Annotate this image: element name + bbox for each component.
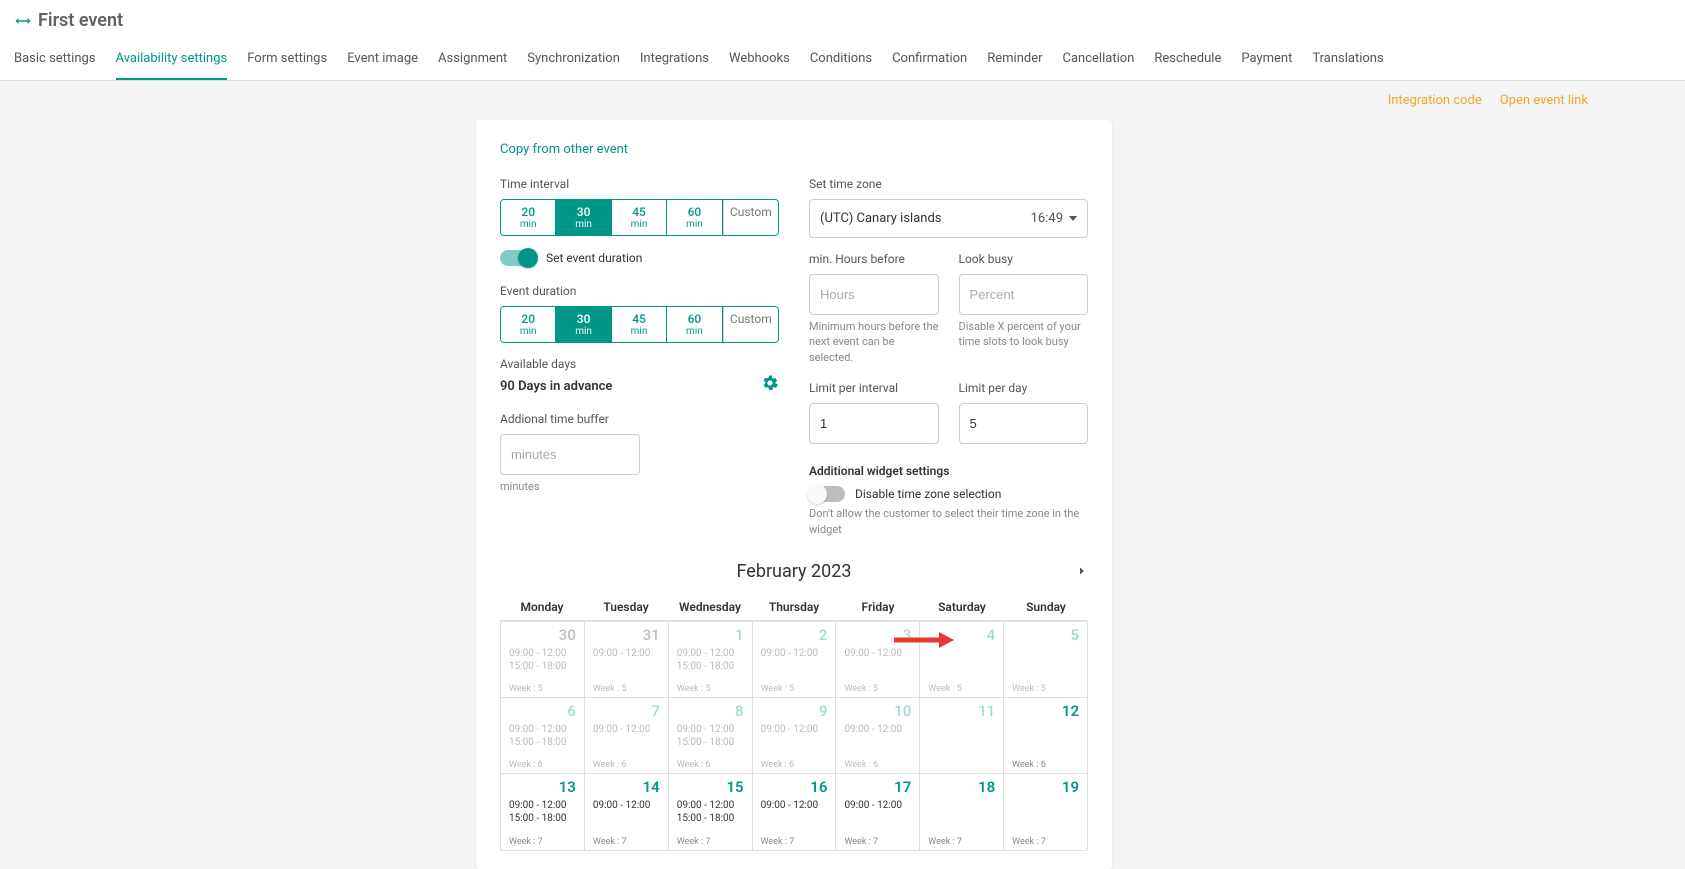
tab-reschedule[interactable]: Reschedule — [1154, 39, 1221, 80]
calendar-dayhead-saturday: Saturday — [920, 594, 1004, 620]
tabs-nav: Basic settings Availability settings Form … — [0, 39, 1685, 80]
min-hours-input[interactable] — [809, 274, 939, 315]
seg-time-interval-60[interactable]: 60min — [667, 200, 722, 235]
seg-time-interval-custom[interactable]: Custom — [723, 200, 778, 235]
tab-cancellation[interactable]: Cancellation — [1063, 39, 1135, 80]
look-busy-input[interactable] — [959, 274, 1089, 315]
copy-from-other-event-link[interactable]: Copy from other event — [500, 142, 628, 157]
integration-code-link[interactable]: Integration code — [1388, 93, 1482, 108]
disable-timezone-helper: Don't allow the customer to select their… — [809, 506, 1088, 537]
tab-synchronization[interactable]: Synchronization — [527, 39, 620, 80]
tab-payment[interactable]: Payment — [1241, 39, 1292, 80]
calendar-cell[interactable]: 109:00 - 12:0015:00 - 18:00Week : 5 — [669, 622, 753, 697]
calendar-next-button[interactable] — [1076, 561, 1088, 582]
tab-event-image[interactable]: Event image — [347, 39, 418, 80]
tab-form-settings[interactable]: Form settings — [247, 39, 327, 80]
tab-integrations[interactable]: Integrations — [640, 39, 709, 80]
look-busy-label: Look busy — [959, 252, 1089, 266]
tab-webhooks[interactable]: Webhooks — [729, 39, 790, 80]
tab-basic-settings[interactable]: Basic settings — [14, 39, 96, 80]
calendar-cell[interactable]: 709:00 - 12:00Week : 6 — [585, 698, 669, 773]
timezone-label: Set time zone — [809, 177, 1088, 191]
additional-buffer-input[interactable] — [500, 434, 640, 475]
seg-time-interval-20[interactable]: 20min — [501, 200, 556, 235]
additional-buffer-label: Addional time buffer — [500, 412, 779, 426]
calendar-cell[interactable]: 11 — [920, 698, 1004, 773]
open-event-link[interactable]: Open event link — [1500, 93, 1588, 108]
calendar-body: 3009:00 - 12:0015:00 - 18:00Week : 53109… — [500, 621, 1088, 851]
gear-icon[interactable] — [761, 374, 779, 396]
min-hours-label: min. Hours before — [809, 252, 939, 266]
calendar-dayhead-wednesday: Wednesday — [668, 594, 752, 620]
tab-availability-settings[interactable]: Availability settings — [116, 39, 228, 80]
calendar-dayhead-friday: Friday — [836, 594, 920, 620]
min-hours-helper: Minimum hours before the next event can … — [809, 319, 939, 365]
seg-event-duration-60[interactable]: 60min — [667, 307, 722, 342]
timezone-select[interactable]: (UTC) Canary islands 16:49 — [809, 199, 1088, 238]
set-event-duration-label: Set event duration — [546, 251, 642, 265]
calendar-cell[interactable]: 1009:00 - 12:00Week : 6 — [836, 698, 920, 773]
calendar-cell[interactable]: 1709:00 - 12:00Week : 7 — [836, 774, 920, 850]
disable-timezone-toggle[interactable] — [809, 486, 845, 502]
tab-confirmation[interactable]: Confirmation — [892, 39, 967, 80]
calendar-cell[interactable]: 5Week : 5 — [1004, 622, 1087, 697]
calendar-cell[interactable]: 1609:00 - 12:00Week : 7 — [753, 774, 837, 850]
disable-timezone-label: Disable time zone selection — [855, 487, 1001, 501]
tab-conditions[interactable]: Conditions — [810, 39, 872, 80]
calendar-cell[interactable]: 19Week : 7 — [1004, 774, 1087, 850]
calendar-dayhead-thursday: Thursday — [752, 594, 836, 620]
calendar-dayhead-tuesday: Tuesday — [584, 594, 668, 620]
calendar-cell[interactable]: 209:00 - 12:00Week : 5 — [753, 622, 837, 697]
tab-assignment[interactable]: Assignment — [438, 39, 507, 80]
look-busy-helper: Disable X percent of your time slots to … — [959, 319, 1089, 350]
calendar-title: February 2023 — [737, 561, 852, 582]
available-days-value: 90 Days in advance — [500, 379, 612, 394]
limit-day-label: Limit per day — [959, 381, 1089, 395]
calendar-cell[interactable]: 3009:00 - 12:0015:00 - 18:00Week : 5 — [501, 622, 585, 697]
swap-icon — [14, 12, 32, 30]
timezone-time: 16:49 — [1031, 211, 1063, 226]
set-event-duration-toggle[interactable] — [500, 250, 536, 266]
limit-interval-input[interactable] — [809, 403, 939, 444]
calendar-cell[interactable]: 909:00 - 12:00Week : 6 — [753, 698, 837, 773]
time-interval-label: Time interval — [500, 177, 779, 191]
tab-reminder[interactable]: Reminder — [987, 39, 1042, 80]
calendar-cell[interactable]: 1409:00 - 12:00Week : 7 — [585, 774, 669, 850]
calendar-cell[interactable]: 4Week : 5 — [920, 622, 1004, 697]
calendar-dayhead-sunday: Sunday — [1004, 594, 1088, 620]
seg-time-interval-45[interactable]: 45min — [612, 200, 667, 235]
calendar-cell[interactable]: 3109:00 - 12:00Week : 5 — [585, 622, 669, 697]
calendar-cell[interactable]: 609:00 - 12:0015:00 - 18:00Week : 6 — [501, 698, 585, 773]
seg-time-interval-30[interactable]: 30min — [556, 200, 611, 235]
timezone-value: (UTC) Canary islands — [820, 211, 942, 226]
tab-translations[interactable]: Translations — [1312, 39, 1383, 80]
seg-event-duration-45[interactable]: 45min — [612, 307, 667, 342]
event-duration-label: Event duration — [500, 284, 779, 298]
calendar-cell[interactable]: 809:00 - 12:0015:00 - 18:00Week : 6 — [669, 698, 753, 773]
seg-event-duration-20[interactable]: 20min — [501, 307, 556, 342]
additional-buffer-helper: minutes — [500, 479, 779, 494]
event-duration-segments: 20min30min45min60minCustom — [500, 306, 779, 343]
time-interval-segments: 20min30min45min60minCustom — [500, 199, 779, 236]
calendar-cell[interactable]: 18Week : 7 — [920, 774, 1004, 850]
calendar-dayhead-monday: Monday — [500, 594, 584, 620]
additional-widget-label: Additional widget settings — [809, 464, 1088, 478]
calendar-cell[interactable]: 1509:00 - 12:0015:00 - 18:00Week : 7 — [669, 774, 753, 850]
page-title: First event — [38, 10, 123, 31]
calendar-cell[interactable]: 12Week : 6 — [1004, 698, 1087, 773]
seg-event-duration-custom[interactable]: Custom — [723, 307, 778, 342]
calendar-cell[interactable]: 1309:00 - 12:0015:00 - 18:00Week : 7 — [501, 774, 585, 850]
seg-event-duration-30[interactable]: 30min — [556, 307, 611, 342]
limit-interval-label: Limit per interval — [809, 381, 939, 395]
limit-day-input[interactable] — [959, 403, 1089, 444]
chevron-down-icon — [1069, 216, 1077, 221]
available-days-label: Available days — [500, 357, 612, 371]
calendar-cell[interactable]: 309:00 - 12:00Week : 5 — [836, 622, 920, 697]
calendar-day-header: MondayTuesdayWednesdayThursdayFridaySatu… — [500, 594, 1088, 621]
